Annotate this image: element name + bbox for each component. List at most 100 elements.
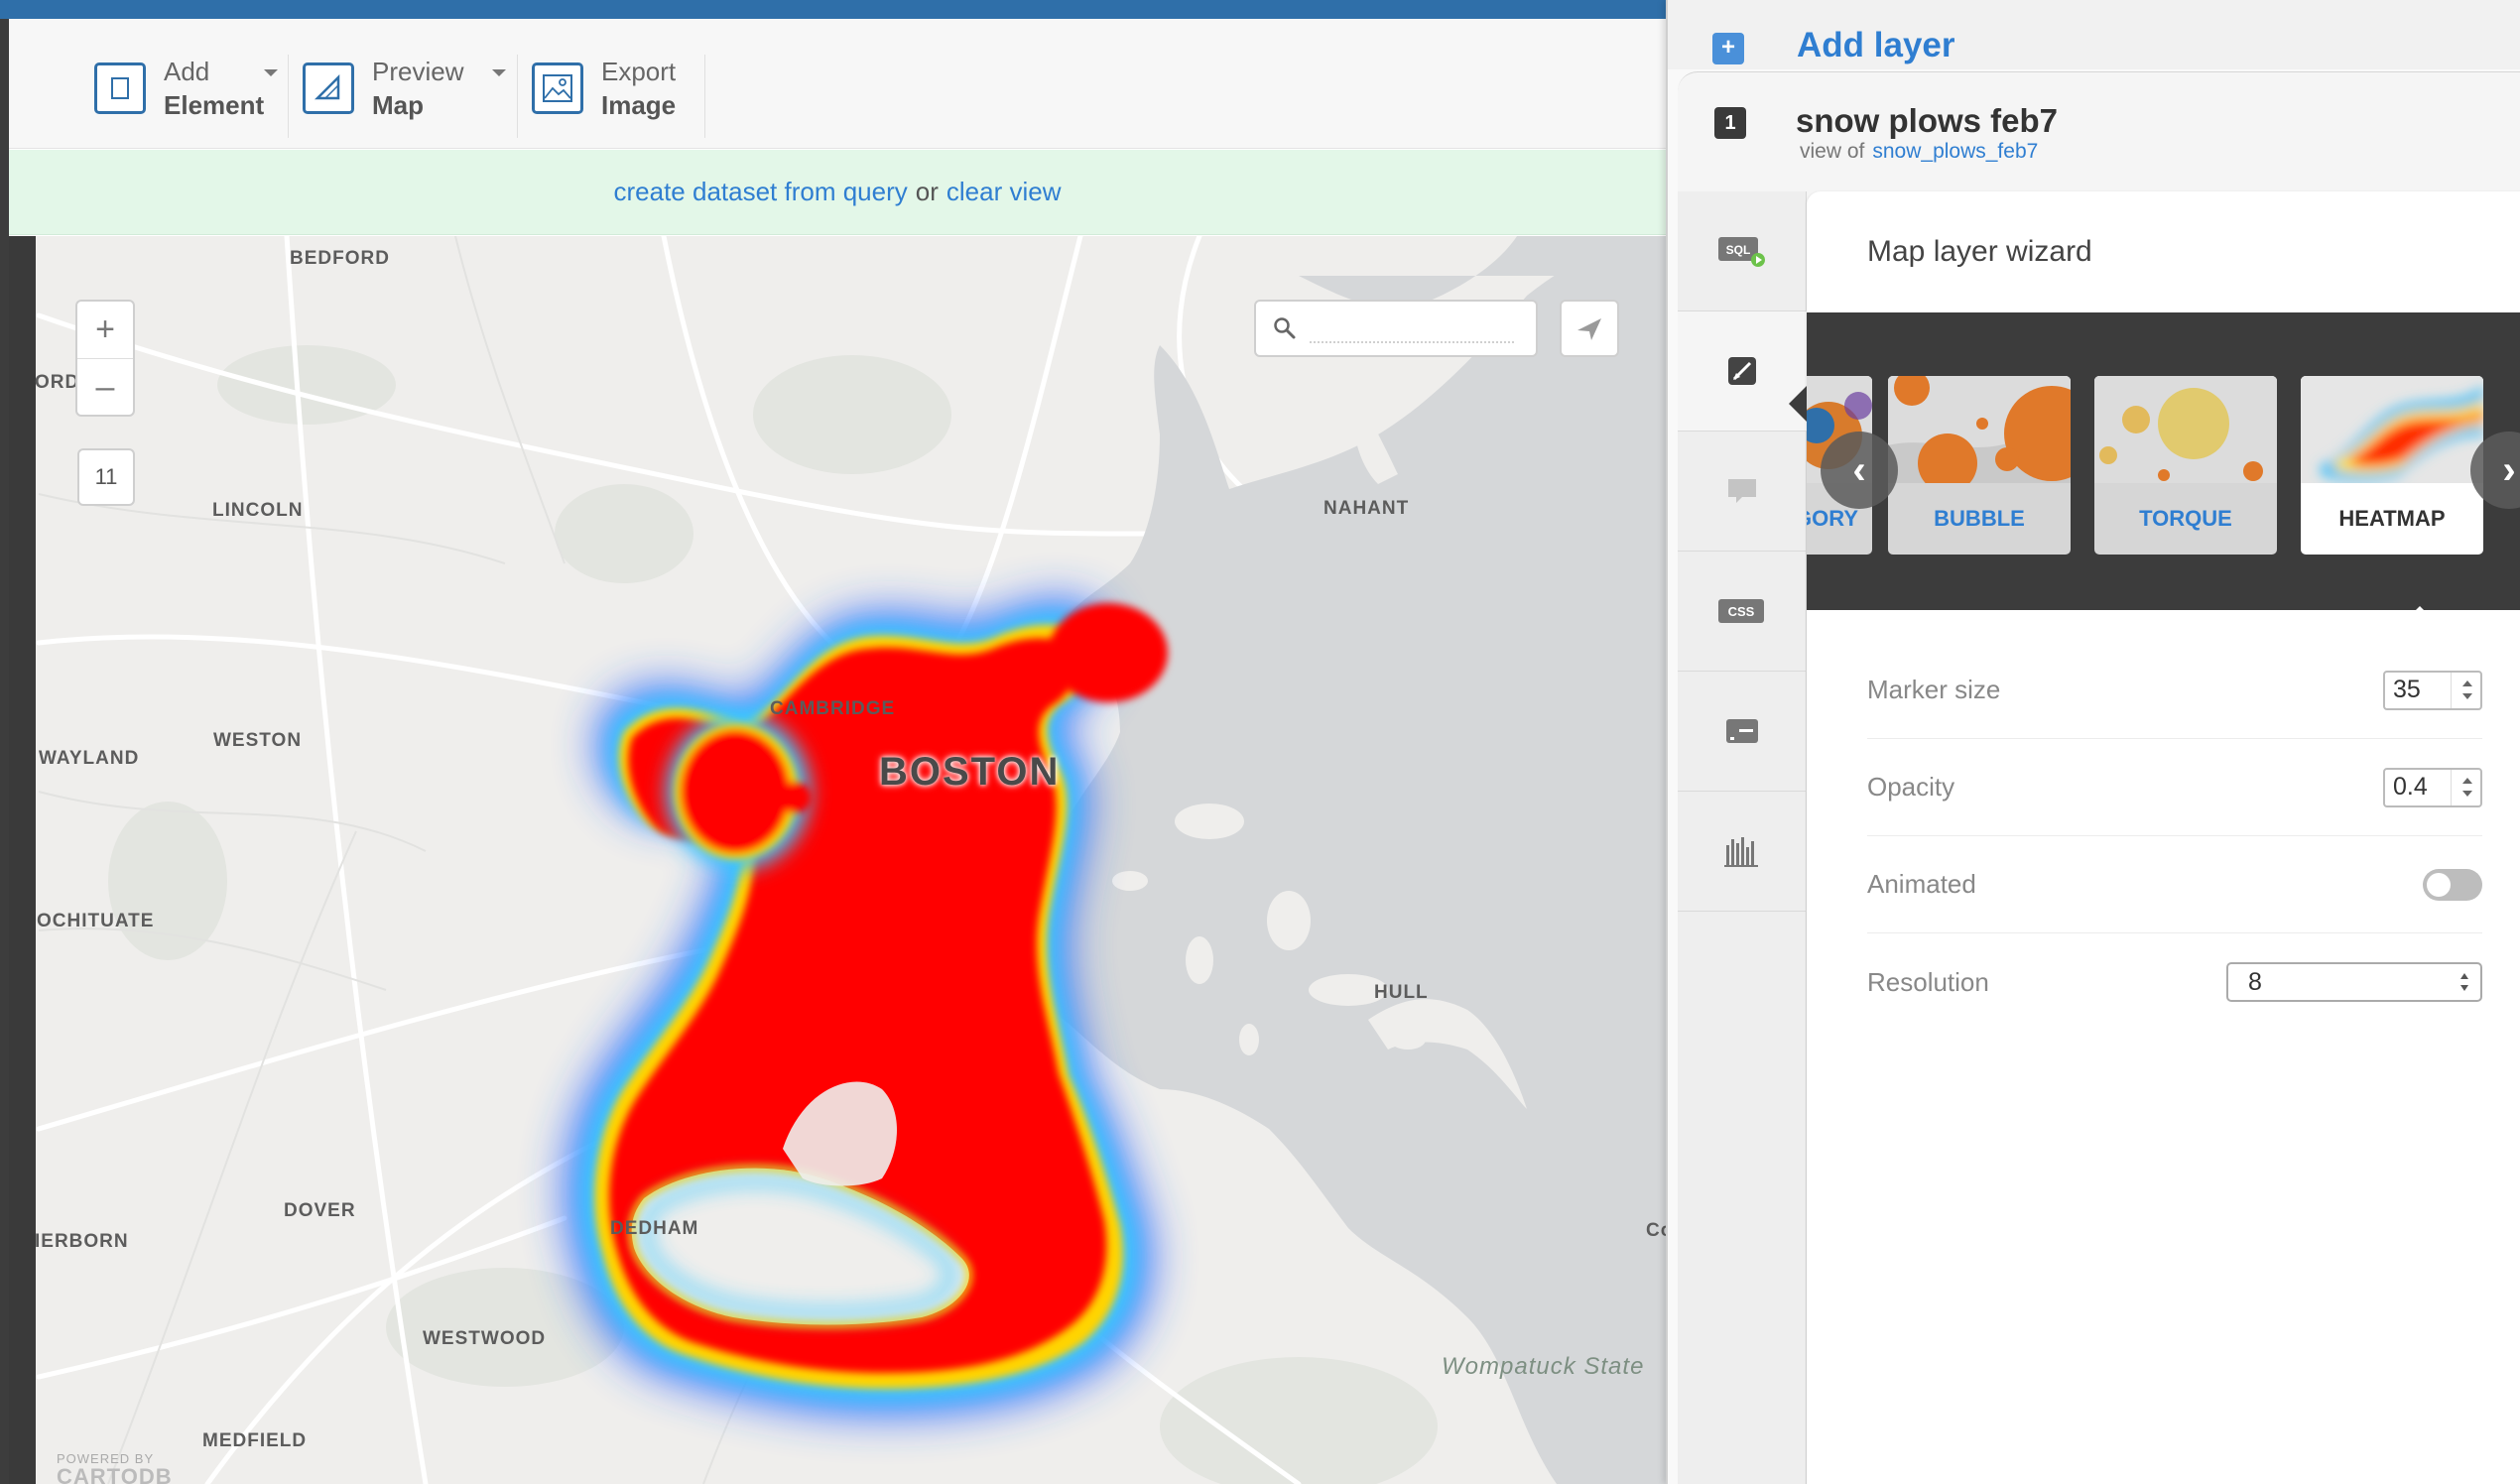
place-label: Co bbox=[1646, 1220, 1666, 1241]
bubble-thumbnail bbox=[1888, 376, 2071, 483]
wizard-icon bbox=[1728, 357, 1756, 385]
viz-type-label: HEATMAP bbox=[2338, 506, 2446, 531]
add-element-dropdown-caret-icon[interactable] bbox=[264, 69, 278, 76]
attribution: POWERED BY CARTODB bbox=[57, 1451, 173, 1484]
source-table-link[interactable]: snow_plows_feb7 bbox=[1872, 140, 2038, 163]
sql-icon: SQL bbox=[1718, 237, 1765, 267]
query-info-bar: create dataset from query or clear view bbox=[9, 150, 1666, 235]
add-layer-title[interactable]: Add layer bbox=[1797, 26, 1955, 65]
export-image-button[interactable]: Export Image bbox=[532, 53, 676, 124]
paper-plane-icon bbox=[1577, 318, 1601, 340]
toolbar-divider bbox=[288, 55, 289, 138]
add-element-label-1: Add bbox=[164, 57, 210, 86]
infowindow-icon bbox=[1728, 479, 1756, 503]
add-element-label-2: Element bbox=[164, 90, 265, 120]
plus-icon: + bbox=[1712, 33, 1744, 64]
add-layer-row[interactable]: + Add layer bbox=[1668, 0, 2520, 69]
layer-number-badge: 1 bbox=[1714, 107, 1746, 139]
resolution-label: Resolution bbox=[1867, 966, 1989, 997]
layer-source: view of snow_plows_feb7 bbox=[1800, 140, 2038, 164]
tab-filters[interactable] bbox=[1678, 792, 1807, 912]
place-label: NAHANT bbox=[1323, 498, 1410, 519]
place-label: WESTON bbox=[213, 730, 303, 751]
place-label-park: Wompatuck State bbox=[1442, 1353, 1645, 1380]
viz-type-heatmap[interactable]: HEATMAP bbox=[2301, 376, 2483, 555]
view-of-text: view of bbox=[1800, 140, 1865, 163]
filters-icon bbox=[1724, 837, 1758, 867]
svg-text:SQL: SQL bbox=[1726, 243, 1751, 257]
preview-map-dropdown-caret-icon[interactable] bbox=[492, 69, 506, 76]
wizard-title: Map layer wizard bbox=[1867, 235, 2092, 268]
export-image-label-2: Image bbox=[601, 90, 677, 120]
heatmap-thumbnail bbox=[2301, 376, 2483, 483]
tab-legend[interactable] bbox=[1678, 672, 1807, 792]
viz-type-torque[interactable]: TORQUE bbox=[2094, 376, 2277, 555]
top-header-strip bbox=[0, 0, 1666, 19]
toolbar-divider bbox=[704, 55, 705, 138]
layer-side-tabs: SQL CSS bbox=[1678, 191, 1807, 1484]
create-dataset-link[interactable]: create dataset from query bbox=[614, 177, 908, 207]
stepper-arrows[interactable] bbox=[2451, 672, 2480, 708]
map-search-input[interactable] bbox=[1310, 315, 1514, 343]
opacity-stepper[interactable] bbox=[2383, 767, 2482, 807]
selected-type-pointer bbox=[2402, 606, 2438, 624]
or-text: or bbox=[915, 177, 939, 206]
place-label: DEDHAM bbox=[610, 1218, 699, 1239]
toolbar-divider bbox=[517, 55, 518, 138]
opacity-label: Opacity bbox=[1867, 772, 1955, 802]
layer-panel: + Add layer 1 snow plows feb7 view of sno… bbox=[1666, 0, 2520, 1484]
property-marker-size: Marker size bbox=[1867, 642, 2482, 739]
locate-button[interactable] bbox=[1560, 300, 1619, 357]
brand-logo-text: CARTODB bbox=[57, 1464, 173, 1484]
place-label: ORD bbox=[35, 372, 80, 393]
export-image-label-1: Export bbox=[601, 57, 677, 86]
select-arrow-up-icon bbox=[2460, 973, 2468, 979]
map-canvas[interactable]: BEDFORD ORD LINCOLN NAHANT CAMBRIDGE BOS… bbox=[9, 236, 1666, 1484]
marker-size-input[interactable] bbox=[2385, 672, 2453, 708]
map-toolbar: Add Element Preview Map Export Image bbox=[9, 19, 1666, 149]
active-tab-pointer bbox=[1789, 386, 1807, 422]
marker-size-label: Marker size bbox=[1867, 675, 2001, 704]
search-icon bbox=[1274, 317, 1296, 339]
zoom-out-button[interactable]: – bbox=[77, 358, 133, 415]
torque-thumbnail bbox=[2094, 376, 2277, 483]
tab-sql[interactable]: SQL bbox=[1678, 191, 1807, 311]
stepper-arrows[interactable] bbox=[2451, 769, 2480, 805]
map-left-edge bbox=[9, 236, 36, 1484]
opacity-input[interactable] bbox=[2385, 769, 2453, 805]
resolution-value: 8 bbox=[2248, 968, 2262, 996]
clear-view-link[interactable]: clear view bbox=[946, 177, 1062, 207]
viz-type-bubble[interactable]: BUBBLE bbox=[1888, 376, 2071, 555]
place-label: BEDFORD bbox=[290, 248, 390, 269]
preview-map-button[interactable]: Preview Map bbox=[303, 53, 463, 124]
tab-infowindow[interactable] bbox=[1678, 432, 1807, 552]
carousel-prev-button[interactable]: ‹ bbox=[1821, 432, 1898, 509]
tab-css[interactable]: CSS bbox=[1678, 552, 1807, 672]
app-window: Add Element Preview Map Export Image cre… bbox=[0, 0, 2520, 1484]
place-label: DOVER bbox=[284, 1200, 356, 1221]
viz-type-label: TORQUE bbox=[2139, 506, 2232, 531]
toggle-knob bbox=[2427, 872, 2451, 897]
add-element-icon bbox=[94, 62, 146, 114]
place-label: WAYLAND bbox=[39, 748, 140, 769]
preview-map-label-1: Preview bbox=[372, 57, 464, 86]
zoom-in-button[interactable]: + bbox=[77, 302, 133, 358]
add-element-button[interactable]: Add Element bbox=[94, 53, 264, 124]
place-label: HULL bbox=[1374, 982, 1429, 1003]
animated-toggle[interactable] bbox=[2423, 868, 2482, 901]
layer-name[interactable]: snow plows feb7 bbox=[1796, 102, 2058, 140]
map-search-box bbox=[1254, 300, 1538, 357]
place-label: WESTWOOD bbox=[423, 1328, 547, 1349]
animated-label: Animated bbox=[1867, 869, 1976, 899]
marker-size-stepper[interactable] bbox=[2383, 670, 2482, 710]
place-label: LINCOLN bbox=[212, 500, 304, 521]
preview-map-icon bbox=[303, 62, 354, 114]
chevron-left-icon: ‹ bbox=[1852, 447, 1866, 492]
viz-type-carousel: EGORY bbox=[1807, 312, 2520, 610]
resolution-select[interactable]: 8 bbox=[2226, 962, 2482, 1002]
tab-wizard[interactable] bbox=[1678, 311, 1807, 432]
map-layer-wizard: Map layer wizard EGORY bbox=[1789, 191, 2520, 1484]
layer-card: 1 snow plows feb7 view of snow_plows_feb7… bbox=[1678, 71, 2520, 1484]
place-label: OCHITUATE bbox=[37, 911, 155, 931]
place-label: MEDFIELD bbox=[202, 1430, 308, 1451]
